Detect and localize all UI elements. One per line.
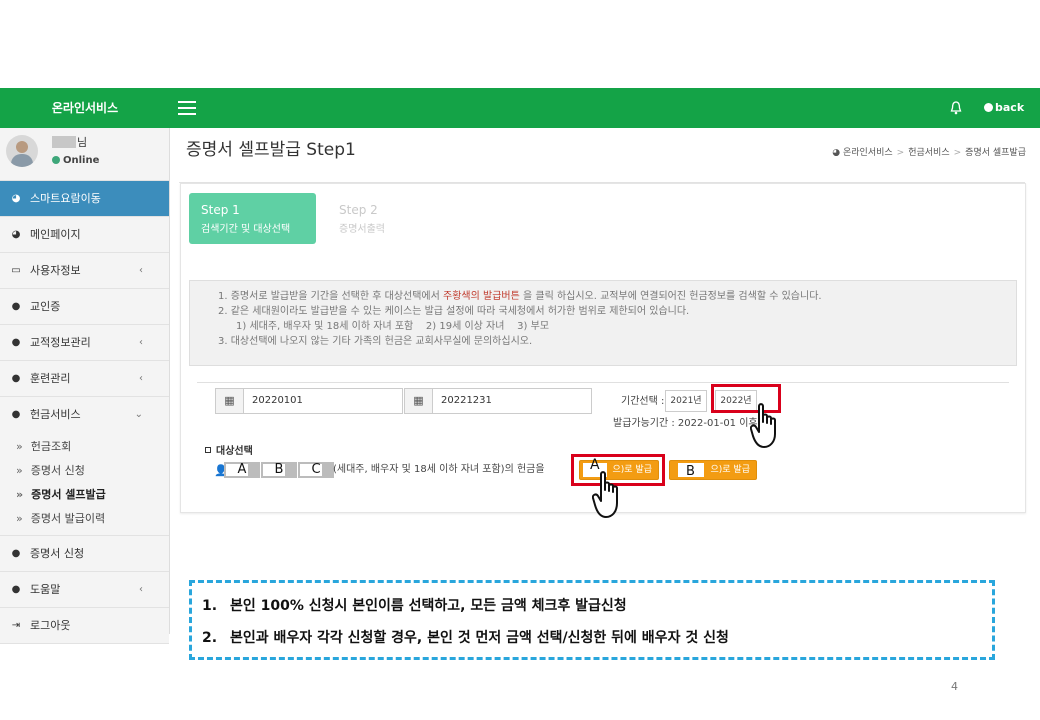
double-chevron-right-icon: » <box>16 464 23 477</box>
user-name-suffix: 님 <box>77 136 88 149</box>
hand-pointer-icon <box>592 471 618 518</box>
online-dot-icon <box>52 156 60 164</box>
sidebar-item-smart-yoram[interactable]: ◕ 스마트요람이동 <box>0 181 169 217</box>
sidebar-subitem-cert-self-issue[interactable]: » 증명서 셀프발급 <box>0 483 169 507</box>
breadcrumb-current: 증명서 셀프발급 <box>965 148 1026 158</box>
sidebar-item-member-info[interactable]: ● 교적정보관리 ‹ <box>0 325 169 361</box>
brand-logo[interactable]: 온라인서비스 <box>0 88 170 128</box>
calendar-icon[interactable]: ▦ <box>216 389 244 413</box>
member-name-c[interactable]: C <box>298 462 334 478</box>
dashboard-icon: ◕ <box>832 148 843 158</box>
notice-line-2: 2. 같은 세대원이라도 발급받을 수 있는 케이스는 발급 설정에 따라 국세… <box>218 306 690 317</box>
search-divider <box>197 382 1009 383</box>
user-icon: ● <box>11 301 21 312</box>
back-button[interactable]: back <box>984 88 1024 128</box>
chevron-down-icon: ⌄ <box>134 409 143 420</box>
start-date-input[interactable]: ▦ 20220101 <box>215 388 403 414</box>
issue-button-b[interactable]: B 으)로 발급 <box>669 460 757 480</box>
sidebar-item-main-page[interactable]: ◕ 메인페이지 <box>0 217 169 253</box>
chevron-left-icon: ‹ <box>139 584 143 595</box>
offering-submenu: » 헌금조회 » 증명서 신청 » 증명서 셀프발급 » 증명서 발급이력 <box>0 433 169 536</box>
top-navbar: 온라인서비스 back <box>0 88 1040 128</box>
user-icon: ● <box>11 337 21 348</box>
member-name-a[interactable]: A <box>224 462 260 478</box>
sidebar-item-offering-service[interactable]: ● 헌금서비스 ⌄ <box>0 397 169 433</box>
chevron-left-icon: ‹ <box>139 337 143 348</box>
user-icon: ● <box>11 548 21 559</box>
sidebar-subitem-cert-request[interactable]: » 증명서 신청 <box>0 459 169 483</box>
page-number: 4 <box>951 680 958 693</box>
year-2021-button[interactable]: 2021년 <box>665 390 707 412</box>
sidebar-item-member-card[interactable]: ● 교인증 <box>0 289 169 325</box>
bell-icon[interactable] <box>950 100 962 116</box>
sidebar-item-user-info[interactable]: ▭ 사용자정보 ‹ <box>0 253 169 289</box>
instruction-line-1: 1. 본인 100% 신청시 본인이름 선택하고, 모든 금액 체크후 발급신청 <box>202 598 627 614</box>
page-title: 증명서 셀프발급 Step1 <box>186 140 356 160</box>
target-section-title: 대상선택 <box>205 442 253 457</box>
notice-box: 1. 증명서로 발급받을 기간을 선택한 후 대상선택에서 주황색의 발급버튼 … <box>189 280 1017 366</box>
user-icon: ● <box>11 373 21 384</box>
main-content: 증명서 셀프발급 Step1 ◕ 온라인서비스 > 헌금서비스 > 증명서 셀프발급 S… <box>171 128 1040 634</box>
chevron-left-icon: ‹ <box>139 265 143 276</box>
sidebar-subitem-offering-lookup[interactable]: » 헌금조회 <box>0 435 169 459</box>
notice-line-4: 3. 대상선택에 나오지 않는 기타 가족의 헌금은 교회사무실에 문의하십시오… <box>218 336 533 347</box>
sidebar-item-cert-request[interactable]: ● 증명서 신청 <box>0 536 169 572</box>
content-box: Step 1 검색기간 및 대상선택 Step 2 증명서출력 1. 증명서로 … <box>180 183 1026 513</box>
logout-icon: ⇥ <box>11 620 21 631</box>
period-label: 기간선택 : <box>621 396 665 407</box>
avatar <box>6 135 38 167</box>
sidebar-subitem-cert-history[interactable]: » 증명서 발급이력 <box>0 507 169 531</box>
sidebar: 님 Online ◕ 스마트요람이동 ◕ 메인페이지 ▭ 사용자정보 ‹ ● 교… <box>0 128 170 644</box>
online-status: Online <box>52 155 99 166</box>
step-2-tab[interactable]: Step 2 증명서출력 <box>339 193 459 244</box>
double-chevron-right-icon: » <box>16 440 23 453</box>
laptop-icon: ▭ <box>11 265 21 276</box>
user-panel: 님 Online <box>0 128 169 181</box>
notice-line-3: 1) 세대주, 배우자 및 18세 이하 자녀 포함 2) 19세 이상 자녀 … <box>236 321 550 332</box>
instruction-line-2: 2. 본인과 배우자 각각 신청할 경우, 본인 것 먼저 금액 선택/신청한 뒤… <box>202 630 729 646</box>
chevron-left-icon: ‹ <box>139 373 143 384</box>
sidebar-item-help[interactable]: ● 도움말 ‹ <box>0 572 169 608</box>
breadcrumb: ◕ 온라인서비스 > 헌금서비스 > 증명서 셀프발급 <box>832 148 1026 158</box>
double-chevron-right-icon: » <box>16 488 24 501</box>
step-1-tab[interactable]: Step 1 검색기간 및 대상선택 <box>189 193 316 244</box>
available-period: 발급가능기간 : 2022-01-01 이후 <box>613 418 758 429</box>
user-icon: ● <box>11 409 21 420</box>
hand-pointer-icon <box>750 403 776 448</box>
user-icon: ● <box>11 584 21 595</box>
breadcrumb-offering-service[interactable]: 헌금서비스 <box>908 148 949 158</box>
member-name-b[interactable]: B <box>261 462 297 478</box>
breadcrumb-online-service[interactable]: 온라인서비스 <box>843 148 893 158</box>
double-chevron-right-icon: » <box>16 512 23 525</box>
end-date-input[interactable]: ▦ 20221231 <box>404 388 592 414</box>
dashboard-icon: ◕ <box>11 229 21 240</box>
dashboard-icon: ◕ <box>11 193 21 204</box>
sidebar-item-logout[interactable]: ⇥ 로그아웃 <box>0 608 169 644</box>
sidebar-item-training[interactable]: ● 훈련관리 ‹ <box>0 361 169 397</box>
calendar-icon[interactable]: ▦ <box>405 389 433 413</box>
user-name-mask <box>52 136 76 148</box>
hamburger-menu-icon[interactable] <box>178 101 196 115</box>
target-description: (세대주, 배우자 및 18세 이하 자녀 포함)의 헌금을 <box>333 464 545 475</box>
back-circle-icon <box>984 103 993 112</box>
instruction-box: 1. 본인 100% 신청시 본인이름 선택하고, 모든 금액 체크후 발급신청 … <box>189 580 995 660</box>
notice-line-1: 1. 증명서로 발급받을 기간을 선택한 후 대상선택에서 주황색의 발급버튼 … <box>218 291 822 302</box>
slide: 온라인서비스 back 님 Online ◕ 스마트요람이동 ◕ 메인페이지 ▭… <box>0 0 1040 720</box>
